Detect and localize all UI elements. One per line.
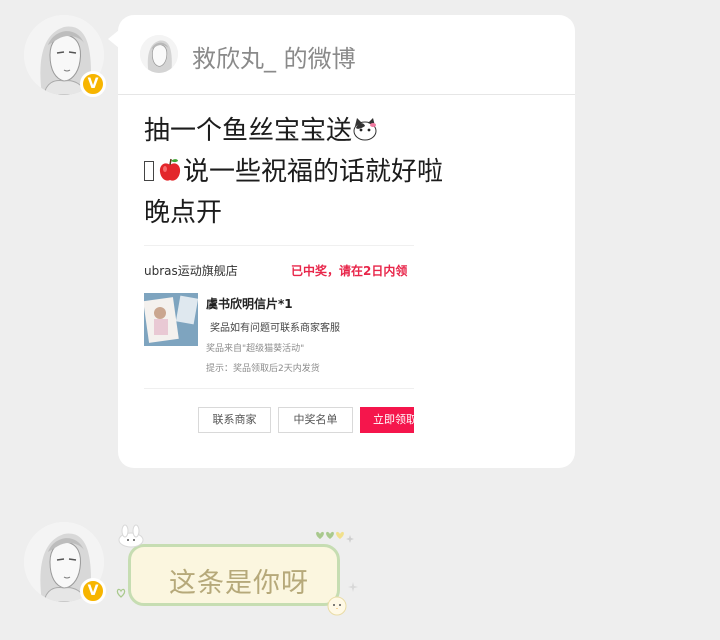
verified-badge: V: [80, 578, 106, 604]
small-heart-icon: [116, 588, 126, 598]
missing-glyph-icon: [144, 161, 154, 181]
prize-item-title: 虞书欣明信片*1: [206, 297, 293, 311]
verified-badge: V: [80, 71, 106, 97]
claim-now-button[interactable]: 立即领取: [360, 407, 414, 433]
hearts-decoration-icon: [316, 531, 354, 543]
post-line-1: 抽一个鱼丝宝宝送: [144, 111, 443, 152]
reply-bubble-frame: 这条是你呀: [128, 544, 340, 606]
post-line-2-text: 说一些祝福的话就好啦: [183, 157, 444, 187]
contact-merchant-button[interactable]: 联系商家: [198, 407, 271, 433]
post-body: 抽一个鱼丝宝宝送 说一些祝福的话就好啦 晚点开: [144, 111, 443, 234]
prize-screenshot[interactable]: ubras运动旗舰店 已中奖，请在2日内领 虞书欣明信片*1 奖品如有问题可联系…: [144, 245, 414, 440]
post-line-3: 晚点开: [144, 193, 443, 234]
apple-emoji-icon: [159, 158, 181, 181]
prize-top-divider: [144, 245, 414, 246]
post-line-3-text: 晚点开: [144, 198, 223, 228]
card-header[interactable]: 救欣丸_ 的微博: [118, 15, 575, 95]
prize-note-issue: 奖品如有问题可联系商家客服: [210, 323, 340, 334]
card-header-title: 救欣丸_ 的微博: [192, 45, 356, 73]
sparkle-icon: [348, 582, 358, 592]
reply-message-text: 这条是你呀: [169, 568, 309, 599]
bunny-decoration-icon: [118, 524, 144, 548]
chick-decoration-icon: [327, 596, 347, 616]
sender-avatar[interactable]: V: [24, 15, 106, 97]
cat-emoji-icon: [353, 118, 377, 141]
prize-divider: [144, 388, 414, 389]
prize-note-tip: 提示：奖品领取后2天内发货: [206, 364, 320, 374]
reply-message-bubble[interactable]: 这条是你呀: [116, 524, 358, 616]
shop-name: ubras运动旗舰店: [144, 264, 238, 278]
post-line-2: 说一些祝福的话就好啦: [144, 152, 443, 193]
winners-list-button[interactable]: 中奖名单: [278, 407, 353, 433]
prize-note-source: 奖品来自"超级猫葵活动": [206, 344, 305, 354]
prize-thumbnail: [144, 293, 198, 346]
card-author-avatar: [140, 35, 178, 73]
post-line-1-text: 抽一个鱼丝宝宝送: [144, 116, 353, 146]
sender-avatar-2[interactable]: V: [24, 522, 106, 604]
prize-status: 已中奖，请在2日内领: [291, 264, 408, 278]
